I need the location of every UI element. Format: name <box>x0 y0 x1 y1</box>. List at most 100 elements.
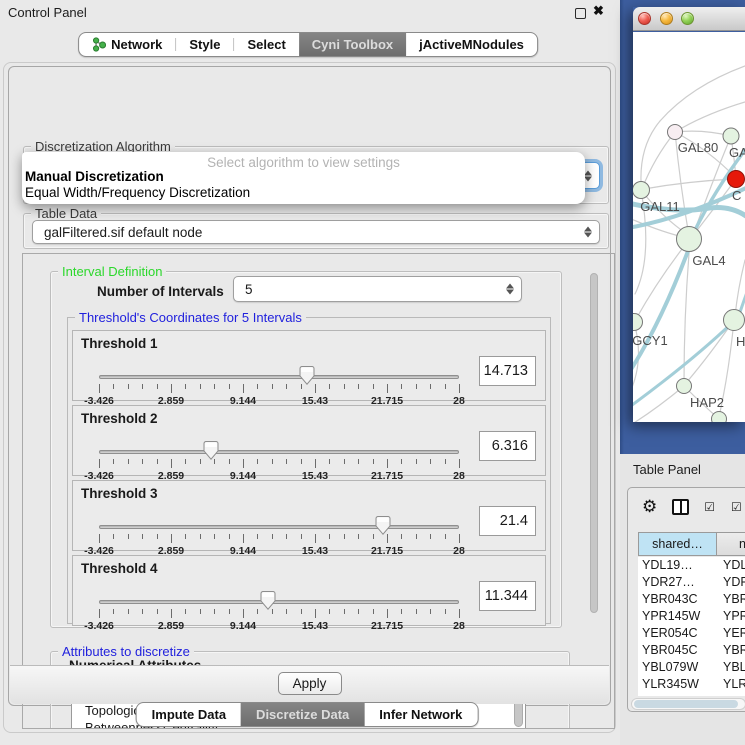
threshold-slider[interactable]: -3.4262.8599.14415.4321.71528 <box>99 371 459 401</box>
network-node-gcy1[interactable] <box>633 314 643 331</box>
threshold-slider[interactable]: -3.4262.8599.14415.4321.71528 <box>99 521 459 551</box>
tick-mark <box>344 609 345 614</box>
table-row[interactable]: YBR045CYBR045C <box>638 642 745 659</box>
tab-infer-network[interactable]: Infer Network <box>364 703 477 726</box>
split-view-icon[interactable] <box>672 499 689 515</box>
tab-label: jActiveMNodules <box>419 37 524 52</box>
node-label-hap2: HAP2 <box>690 395 724 410</box>
tick-mark <box>128 534 129 539</box>
table-row[interactable]: YER054CYER054C <box>638 625 745 642</box>
tab-label: Style <box>189 37 220 52</box>
algorithm-option-manual-discretization[interactable]: Manual Discretization <box>22 169 585 185</box>
cell-name: YDL19… <box>717 557 745 574</box>
table-row[interactable]: YDL19…YDL19… <box>638 557 745 574</box>
node-label-c: C <box>732 188 741 203</box>
tab-impute-data[interactable]: Impute Data <box>137 703 241 726</box>
column-header-n[interactable]: n <box>717 532 745 556</box>
threshold-slider[interactable]: -3.4262.8599.14415.4321.71528 <box>99 446 459 476</box>
horizontal-scrollbar-thumb[interactable] <box>634 700 738 708</box>
checkbox-icon[interactable]: ☑ <box>704 500 716 514</box>
tick-mark <box>243 384 244 393</box>
close-icon[interactable]: ✖ <box>593 3 604 19</box>
tick-mark <box>373 384 374 389</box>
table-row[interactable]: YPR145WYPR145W <box>638 608 745 625</box>
table-data-combo[interactable]: galFiltered.sif default node <box>32 220 600 244</box>
close-button-red-icon[interactable] <box>638 12 651 25</box>
tick-mark <box>445 384 446 389</box>
horizontal-scrollbar[interactable] <box>631 698 745 710</box>
desktop-background: GAL80GACGAL11GAL4GCY1HHAP2 <box>620 0 745 454</box>
cell-name: YDR27… <box>717 574 745 591</box>
combo-spinner-icon <box>584 227 592 238</box>
slider-track[interactable] <box>99 600 459 604</box>
network-node[interactable] <box>712 412 727 423</box>
threshold-row-threshold-3: Threshold 3-3.4262.8599.14415.4321.71528… <box>72 480 546 551</box>
tab-discretize-data[interactable]: Discretize Data <box>241 703 364 726</box>
slider-thumb[interactable] <box>203 441 218 460</box>
tick-mark <box>185 609 186 614</box>
tick-label: -3.426 <box>84 620 114 632</box>
checkbox-icon[interactable]: ☑ <box>731 500 743 514</box>
network-node-gal11[interactable] <box>633 182 650 199</box>
slider-ticks <box>99 459 459 468</box>
tick-mark <box>99 459 100 468</box>
threshold-value-field[interactable]: 21.4 <box>479 506 536 536</box>
network-node-c[interactable] <box>728 171 745 188</box>
tick-mark <box>430 384 431 389</box>
network-node-gal80[interactable] <box>668 125 683 140</box>
thresholds-group: Threshold's Coordinates for 5 Intervals … <box>67 317 551 624</box>
tick-mark <box>243 459 244 468</box>
table-row[interactable]: YDR27…YDR27… <box>638 574 745 591</box>
settings-gear-icon[interactable]: ⚙ <box>642 497 657 517</box>
tick-mark <box>459 384 460 393</box>
tick-mark <box>286 534 287 539</box>
tick-mark <box>214 534 215 539</box>
threshold-value-field[interactable]: 6.316 <box>479 431 536 461</box>
network-canvas[interactable]: GAL80GACGAL11GAL4GCY1HHAP2 <box>633 32 745 422</box>
table-body[interactable]: YDL19…YDL19…YDR27…YDR27…YBR043CYBR043CYP… <box>638 557 745 696</box>
table-header-row: shared…n <box>638 532 745 556</box>
slider-track[interactable] <box>99 525 459 529</box>
tab-select[interactable]: Select <box>234 33 298 56</box>
minimize-button-yellow-icon[interactable] <box>660 12 673 25</box>
apply-button[interactable]: Apply <box>278 672 342 695</box>
tab-jactivemnodules[interactable]: jActiveMNodules <box>406 33 537 56</box>
tick-mark <box>286 609 287 614</box>
network-node-h[interactable] <box>724 310 745 331</box>
algorithm-option-equal-width-frequency-discretization[interactable]: Equal Width/Frequency Discretization <box>22 185 585 201</box>
threshold-slider[interactable]: -3.4262.8599.14415.4321.71528 <box>99 596 459 626</box>
tick-mark <box>358 459 359 464</box>
slider-track[interactable] <box>99 375 459 379</box>
tab-network[interactable]: Network <box>79 33 175 56</box>
tick-mark <box>373 609 374 614</box>
slider-thumb[interactable] <box>261 591 276 610</box>
slider-thumb[interactable] <box>299 366 314 385</box>
table-panel-title: Table Panel <box>633 462 701 477</box>
tab-cyni-toolbox[interactable]: Cyni Toolbox <box>299 33 406 56</box>
tick-mark <box>142 384 143 389</box>
threshold-value-field[interactable]: 14.713 <box>479 356 536 386</box>
table-row[interactable]: YBL079WYBL079W <box>638 659 745 676</box>
table-row[interactable]: YBR043CYBR043C <box>638 591 745 608</box>
table-row[interactable]: YLR345WYLR345W <box>638 676 745 693</box>
threshold-value-field[interactable]: 11.344 <box>479 581 536 611</box>
combo-spinner-icon <box>506 284 514 295</box>
slider-track[interactable] <box>99 450 459 454</box>
network-icon <box>92 37 106 52</box>
number-of-intervals-combo[interactable]: 5 <box>233 276 522 302</box>
float-window-icon[interactable] <box>575 8 586 19</box>
tab-style[interactable]: Style <box>176 33 233 56</box>
network-node-ga[interactable] <box>723 128 739 144</box>
slider-thumb[interactable] <box>376 516 391 535</box>
tick-mark <box>157 534 158 539</box>
table-row[interactable]: YIL052CYIL052C <box>638 693 745 696</box>
column-header-shared[interactable]: shared… <box>638 532 717 556</box>
zoom-button-green-icon[interactable] <box>681 12 694 25</box>
tick-mark <box>387 534 388 543</box>
network-node-gal4[interactable] <box>677 227 702 252</box>
vertical-scrollbar[interactable] <box>590 273 598 613</box>
tick-mark <box>416 384 417 389</box>
network-window-titlebar[interactable] <box>633 7 745 31</box>
network-node-hap2[interactable] <box>677 379 692 394</box>
tick-mark <box>315 534 316 543</box>
